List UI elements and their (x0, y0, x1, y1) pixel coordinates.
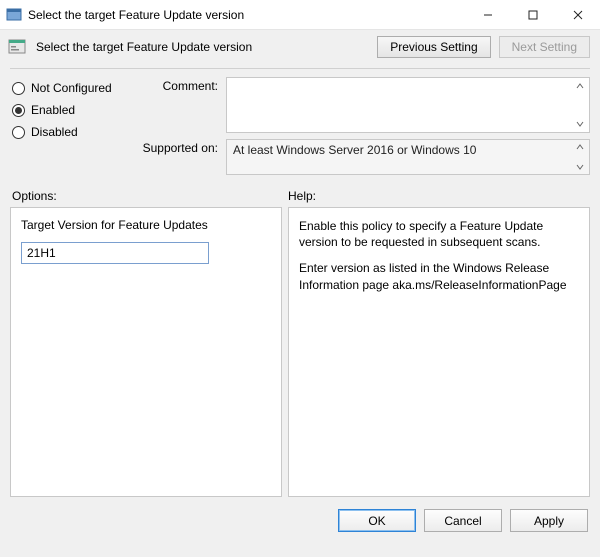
radio-label: Not Configured (31, 81, 112, 95)
radio-disabled[interactable]: Disabled (12, 125, 122, 139)
comment-label: Comment: (132, 77, 218, 133)
dialog-footer: OK Cancel Apply (0, 497, 600, 532)
radio-enabled[interactable]: Enabled (12, 103, 122, 117)
target-version-label: Target Version for Feature Updates (21, 218, 271, 232)
radio-icon (12, 104, 25, 117)
apply-button[interactable]: Apply (510, 509, 588, 532)
help-heading: Help: (288, 189, 588, 203)
ok-button[interactable]: OK (338, 509, 416, 532)
chevron-down-icon[interactable] (575, 162, 585, 172)
previous-setting-button[interactable]: Previous Setting (377, 36, 490, 58)
policy-icon (6, 36, 28, 58)
help-text: Enable this policy to specify a Feature … (299, 218, 579, 250)
comment-textarea[interactable] (226, 77, 590, 133)
radio-label: Disabled (31, 125, 78, 139)
options-heading: Options: (12, 189, 288, 203)
cancel-button[interactable]: Cancel (424, 509, 502, 532)
maximize-button[interactable] (510, 0, 555, 29)
supported-on-text: At least Windows Server 2016 or Windows … (233, 143, 476, 157)
next-setting-button: Next Setting (499, 36, 590, 58)
radio-icon (12, 82, 25, 95)
state-radio-group: Not Configured Enabled Disabled (12, 77, 122, 175)
chevron-up-icon[interactable] (575, 142, 585, 152)
help-text: Enter version as listed in the Windows R… (299, 260, 579, 292)
supported-on-box: At least Windows Server 2016 or Windows … (226, 139, 590, 175)
app-icon (6, 7, 22, 23)
help-pane: Enable this policy to specify a Feature … (288, 207, 590, 497)
chevron-down-icon[interactable] (575, 119, 585, 129)
radio-label: Enabled (31, 103, 75, 117)
target-version-input[interactable] (21, 242, 209, 264)
radio-icon (12, 126, 25, 139)
policy-header: Select the target Feature Update version… (0, 30, 600, 64)
radio-not-configured[interactable]: Not Configured (12, 81, 122, 95)
window-title: Select the target Feature Update version (28, 8, 465, 22)
options-pane: Target Version for Feature Updates (10, 207, 282, 497)
policy-title: Select the target Feature Update version (36, 40, 369, 54)
supported-label: Supported on: (132, 139, 218, 175)
minimize-button[interactable] (465, 0, 510, 29)
title-bar: Select the target Feature Update version (0, 0, 600, 30)
close-button[interactable] (555, 0, 600, 29)
chevron-up-icon[interactable] (575, 81, 585, 91)
